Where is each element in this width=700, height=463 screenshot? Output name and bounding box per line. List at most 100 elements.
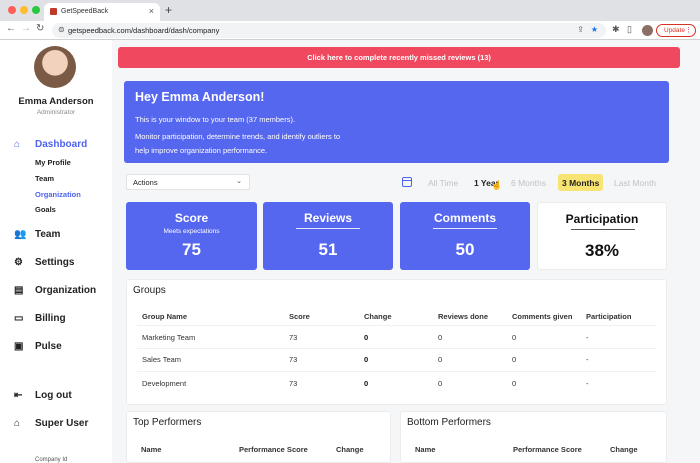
users-icon: 👥 [14,229,27,240]
sidebar-subitem-team[interactable]: Team [35,174,54,183]
column-header-score: Score [289,312,310,321]
user-avatar [34,46,76,88]
credit-card-icon: ▭ [14,313,24,324]
sidebar-item-label: Pulse [35,341,62,352]
comments-value: 50 [455,240,475,259]
tab-bar: GetSpeedBack × + [0,0,700,21]
mouse-cursor-icon: ☝ [491,180,503,190]
comments-card: Comments 50 [400,202,530,270]
participation-title: Participation [565,212,639,226]
company-id-label: Company Id [35,457,68,463]
briefcase-icon: ▤ [14,285,24,296]
table-cell-score: 73 [289,333,298,342]
column-header-comments-given: Comments given [512,312,573,321]
column-header-performance-score: Performance Score [513,445,582,454]
missed-reviews-alert-button[interactable]: Click here to complete recently missed r… [118,47,680,68]
column-header-name: Name [141,445,162,454]
gear-icon: ⚙ [14,257,23,268]
welcome-banner: Hey Emma Anderson! This is your window t… [124,81,669,163]
more-menu-icon[interactable]: ⋮ [685,26,692,34]
new-tab-icon[interactable]: + [165,3,172,17]
reviews-title: Reviews [303,211,353,225]
column-header-change: Change [336,445,364,454]
maximize-window-button[interactable] [32,6,40,14]
row-divider [137,371,657,372]
score-caption: Meets expectations [163,228,220,235]
sidebar-item-label: Super User [35,418,89,429]
participation-value: 38% [584,241,620,260]
participation-card: Participation 38% [537,202,667,270]
table-cell-comments-given: 0 [512,333,517,342]
groups-card: Groups Group Name Score Change Reviews d… [126,279,667,405]
table-cell-group-name[interactable]: Marketing Team [142,333,195,342]
table-cell-comments-given: 0 [512,379,517,388]
table-cell-change: 0 [364,333,369,342]
score-title: Score [174,211,209,225]
sidebar-subitem-organization[interactable]: Organization [35,190,81,199]
reviews-divider [296,228,360,229]
range-6-months[interactable]: 6 Months [511,178,546,188]
column-header-performance-score: Performance Score [239,445,308,454]
bottom-performers-title: Bottom Performers [407,417,491,428]
profile-avatar-icon[interactable] [642,25,653,36]
close-window-button[interactable] [8,6,16,14]
column-header-change: Change [610,445,638,454]
tab-title: GetSpeedBack [61,8,109,15]
comments-title: Comments [433,211,496,225]
range-3-months[interactable]: 3 Months [558,174,604,191]
table-cell-comments-given: 0 [512,355,517,364]
actions-label: Actions [133,178,158,187]
score-card: Score Meets expectations 75 [126,202,257,270]
bookmark-star-icon[interactable]: ★ [591,25,598,34]
sidebar-item-label: Billing [35,313,66,324]
back-arrow-icon[interactable]: ← [6,23,16,34]
table-cell-participation: - [586,333,589,342]
sidebar-item-label: Organization [35,285,97,296]
table-cell-reviews-done: 0 [438,333,443,342]
top-performers-title: Top Performers [133,417,202,428]
extensions-icon[interactable]: ✱ [612,24,620,35]
sidebar-subitem-my-profile[interactable]: My Profile [35,158,71,167]
share-icon[interactable]: ⇪ [577,25,584,34]
update-button[interactable]: Update ⋮ [656,24,696,37]
forward-arrow-icon[interactable]: → [21,23,31,34]
address-bar[interactable]: ⊜ getspeedback.com/dashboard/dash/compan… [52,23,606,38]
browser-tab[interactable]: GetSpeedBack × [44,3,160,21]
side-panel-icon[interactable]: ▯ [627,24,632,35]
actions-dropdown[interactable]: Actions ⌄ [126,174,250,190]
sidebar-subitem-goals[interactable]: Goals [35,205,56,214]
reviews-card: Reviews 51 [263,202,393,270]
column-header-change: Change [364,312,392,321]
user-role: Administrator [36,109,76,116]
table-cell-score: 73 [289,379,298,388]
comments-divider [433,228,497,229]
reload-icon[interactable]: ↻ [36,23,44,34]
browser-toolbar: ← → ↻ ⊜ getspeedback.com/dashboard/dash/… [0,21,700,40]
score-value: 75 [182,240,201,259]
sidebar-item-label: Team [35,229,61,240]
favicon-icon [50,8,57,15]
row-divider [137,348,657,349]
column-header-group-name: Group Name [142,312,188,321]
pulse-icon: ▣ [14,341,24,352]
range-all-time[interactable]: All Time [428,178,458,188]
table-cell-score: 73 [289,355,298,364]
site-info-icon[interactable]: ⊜ [58,25,65,34]
table-cell-group-name[interactable]: Sales Team [142,355,181,364]
participation-divider [571,229,635,230]
sidebar: Emma Anderson Administrator ⌂ Dashboard … [0,40,112,463]
column-header-reviews-done: Reviews done [438,312,489,321]
table-cell-group-name[interactable]: Development [142,379,186,388]
url-text: getspeedback.com/dashboard/dash/company [68,26,220,35]
calendar-icon[interactable] [402,177,412,187]
table-cell-change: 0 [364,355,369,364]
groups-title: Groups [133,285,166,296]
close-icon[interactable]: × [149,6,154,16]
range-last-month[interactable]: Last Month [614,178,656,188]
minimize-window-button[interactable] [20,6,28,14]
sidebar-item-label: Log out [35,390,72,401]
table-cell-reviews-done: 0 [438,379,443,388]
welcome-title: Hey Emma Anderson! [135,90,265,104]
home-icon: ⌂ [14,418,21,429]
update-label: Update [664,27,685,34]
